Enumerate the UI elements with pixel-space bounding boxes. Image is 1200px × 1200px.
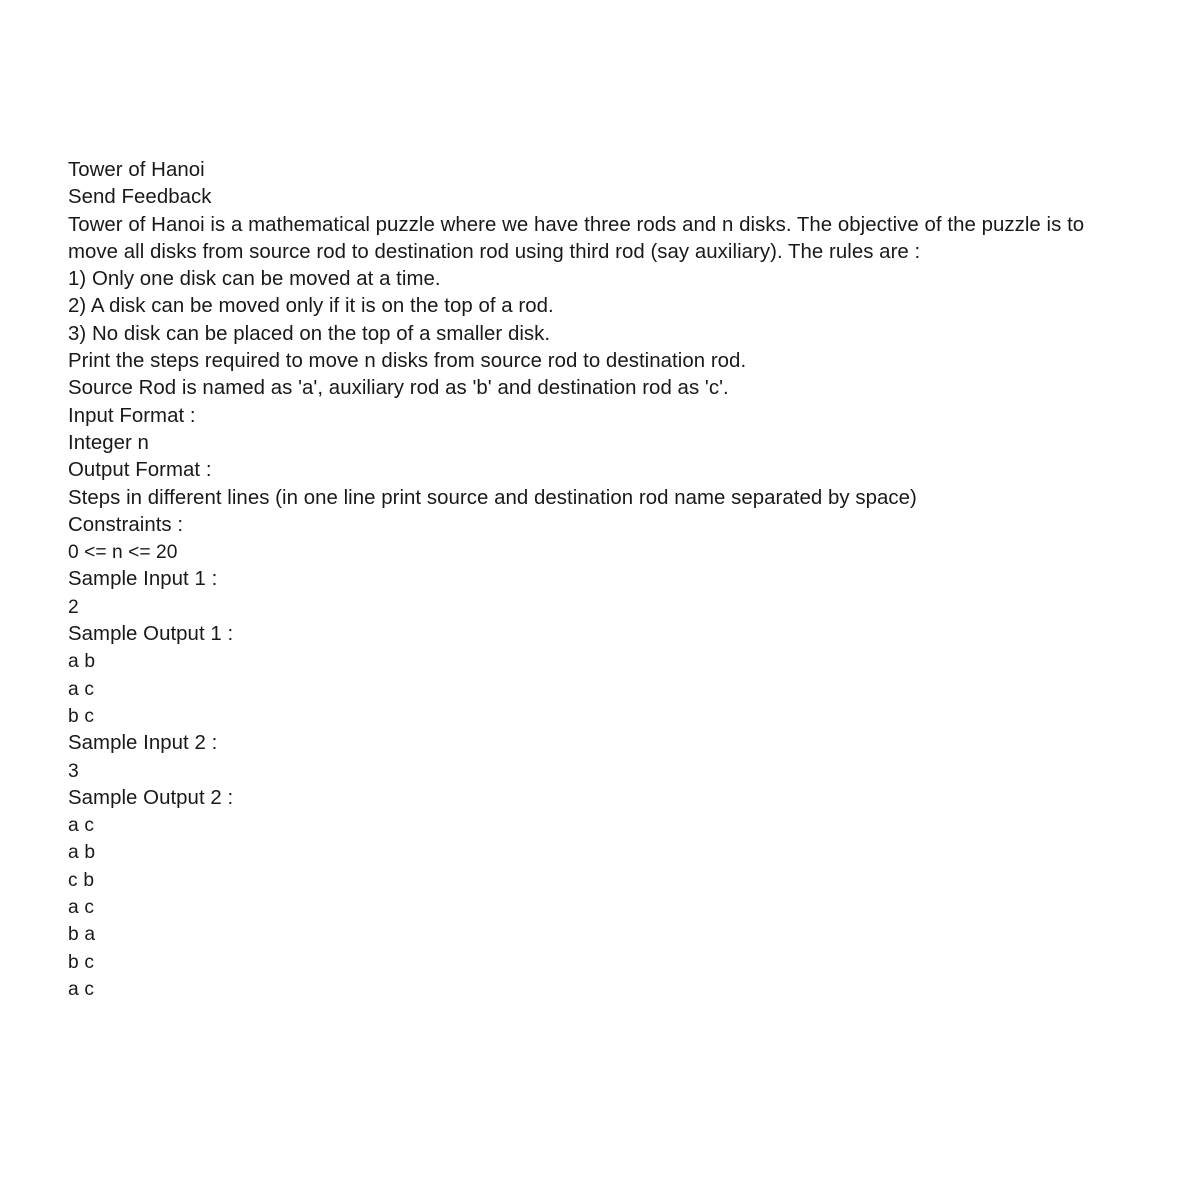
output-format-value: Steps in different lines (in one line pr…: [68, 486, 917, 509]
sample-input-1-value: 2: [68, 596, 79, 618]
send-feedback-link[interactable]: Send Feedback: [68, 184, 1138, 211]
rule-item-3: 3) No disk can be placed on the top of a…: [68, 322, 551, 345]
sample-output-1-label: Sample Output 1 :: [68, 623, 234, 646]
page-root: Tower of Hanoi Send Feedback Tower of Ha…: [0, 0, 1200, 1200]
problem-description: Tower of Hanoi is a mathematical puzzle …: [68, 213, 1085, 263]
output-format-label: Output Format :: [68, 459, 212, 482]
constraints-value: 0 <= n <= 20: [68, 542, 178, 564]
problem-statement: Tower of Hanoi Send Feedback Tower of Ha…: [68, 157, 1138, 1003]
rod-naming-note: Source Rod is named as 'a', auxiliary ro…: [68, 377, 729, 400]
sample-output-1-line: b c: [68, 705, 95, 727]
input-format-value: Integer n: [68, 431, 149, 454]
sample-input-2-label: Sample Input 2 :: [68, 732, 218, 755]
task-instruction: Print the steps required to move n disks…: [68, 350, 747, 373]
sample-input-1-label: Sample Input 1 :: [68, 568, 218, 591]
sample-output-2-line: a c: [68, 897, 95, 919]
rule-item-2: 2) A disk can be moved only if it is on …: [68, 295, 554, 318]
rule-item-1: 1) Only one disk can be moved at a time.: [68, 268, 441, 291]
input-format-label: Input Format :: [68, 404, 196, 427]
sample-output-1-line: a c: [68, 678, 95, 700]
sample-output-2-line: b a: [68, 924, 96, 946]
sample-output-2-line: a c: [68, 815, 95, 837]
constraints-label: Constraints :: [68, 513, 184, 536]
sample-output-2-line: c b: [68, 869, 95, 891]
sample-output-2-line: a b: [68, 842, 96, 864]
sample-output-2-line: a c: [68, 978, 95, 1000]
sample-output-2-label: Sample Output 2 :: [68, 786, 234, 809]
sample-output-1-line: a b: [68, 651, 96, 673]
sample-input-2-value: 3: [68, 760, 79, 782]
page-title: Tower of Hanoi: [68, 159, 205, 181]
sample-output-2-line: b c: [68, 951, 95, 973]
